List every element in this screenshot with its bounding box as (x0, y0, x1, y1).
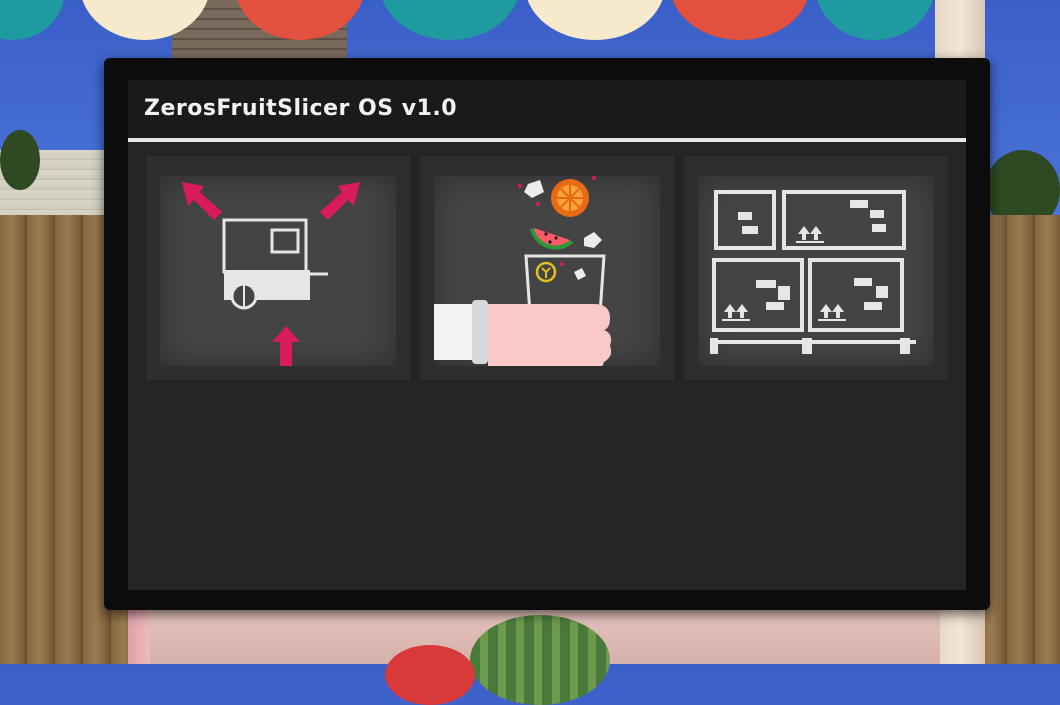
storage-boxes-icon (710, 190, 916, 354)
title-divider (128, 138, 966, 142)
lantern-red (670, 0, 810, 40)
tile-icon-area (160, 176, 396, 366)
app-tile-storage[interactable] (684, 156, 948, 380)
title-bar: ZerosFruitSlicer OS v1.0 (128, 80, 966, 138)
cart-placement-icon (182, 182, 360, 366)
fruit-juice-hand-icon (434, 176, 612, 366)
lantern-cream (525, 0, 665, 40)
monitor-screen: ZerosFruitSlicer OS v1.0 (128, 80, 966, 590)
apple (385, 645, 475, 705)
lantern-teal (0, 0, 65, 40)
lantern-teal (380, 0, 520, 40)
watermelon (470, 615, 610, 705)
monitor: ZerosFruitSlicer OS v1.0 (104, 58, 990, 610)
background-tree (0, 130, 40, 190)
tile-icon-area (698, 176, 934, 366)
app-tile-cart[interactable] (146, 156, 410, 380)
app-tile-juice[interactable] (420, 156, 674, 380)
tile-icon-area (434, 176, 660, 366)
lantern-teal (815, 0, 935, 40)
os-title: ZerosFruitSlicer OS v1.0 (144, 96, 458, 121)
